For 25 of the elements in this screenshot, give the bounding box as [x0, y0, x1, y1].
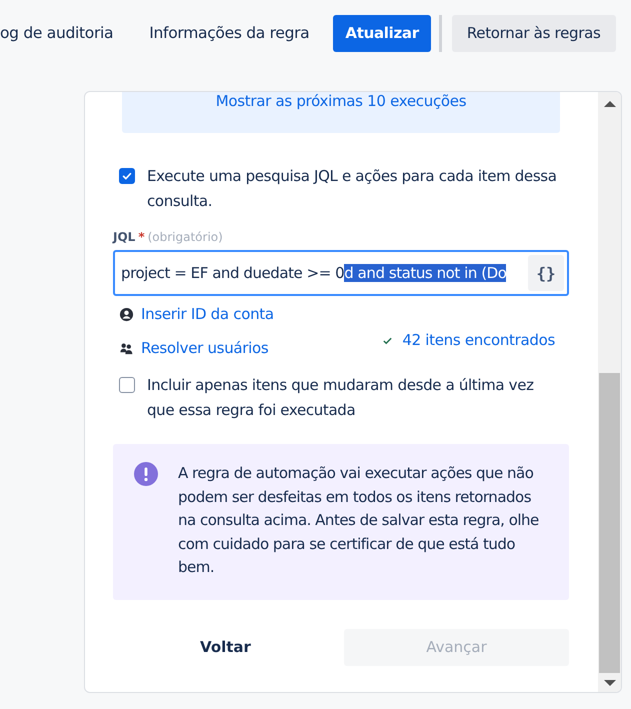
nav-link[interactable]: og de auditoria — [0, 24, 114, 42]
result-link[interactable]: 42 itens encontrados — [402, 331, 555, 349]
update-button[interactable]: Atualizar — [333, 14, 431, 52]
nav-link[interactable]: Informações da regra — [149, 24, 310, 42]
jql-input-field[interactable]: project = EF and duedate >= 0d and status not in (Do {} — [113, 250, 569, 296]
link[interactable]: Inserir ID da conta — [141, 305, 274, 323]
checkbox[interactable] — [119, 168, 135, 184]
required-hint: (obrigatório) — [148, 230, 223, 244]
person-icon — [119, 306, 134, 322]
checkbox[interactable] — [119, 377, 135, 393]
warning-icon — [134, 462, 158, 486]
people-icon — [119, 340, 134, 356]
checkmark-icon — [121, 170, 133, 182]
field-label: JQL — [113, 230, 136, 244]
checkbox-label: Incluir apenas itens que mudaram desde a última vez que essa regra foi executada — [147, 375, 535, 421]
warning-text: A regra de automação vai executar ações que não podem ser desfeitas em todos os itens retornados na consulta acima. Antes de salvar esta regra, olhe com cuidado para se certificar de que está tudo bem. — [178, 463, 540, 578]
scrollbar[interactable] — [598, 92, 621, 692]
back-button[interactable]: Voltar — [113, 628, 338, 666]
checkbox-label: Execute uma pesquisa JQL e ações para cada item dessa consulta. — [147, 166, 558, 212]
required-mark: * — [138, 230, 145, 244]
scroll-thumb[interactable] — [599, 373, 620, 673]
back-to-rules-button[interactable]: Retornar às regras — [452, 14, 616, 52]
link[interactable]: Mostrar as próximas 10 execuções — [216, 92, 466, 133]
format-button[interactable]: {} — [528, 255, 564, 291]
link[interactable]: Resolver usuários — [141, 339, 268, 357]
